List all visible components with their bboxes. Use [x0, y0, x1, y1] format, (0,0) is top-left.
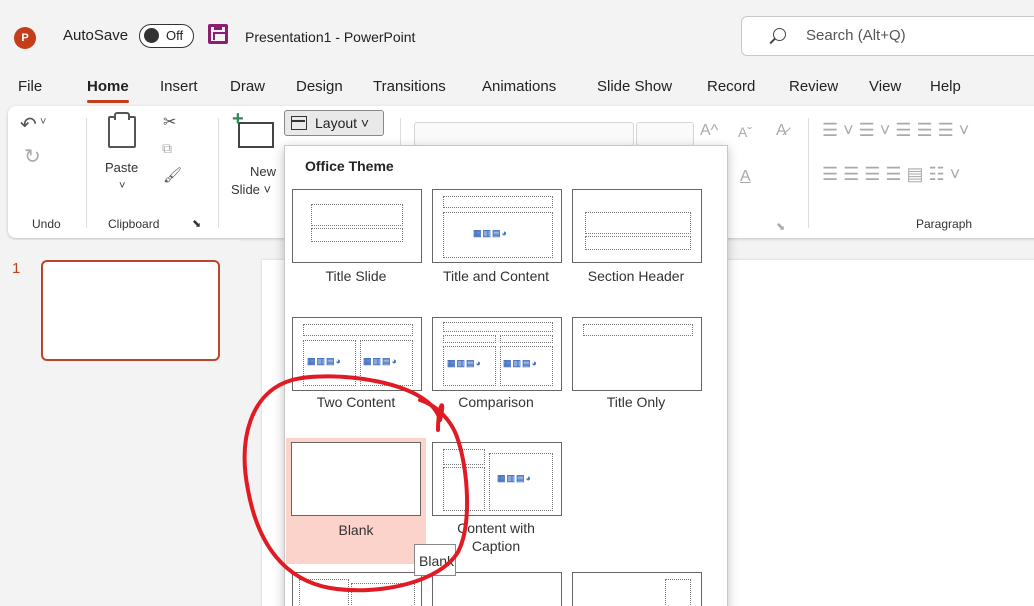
document-title: Presentation1 - PowerPoint	[245, 29, 416, 45]
divider	[218, 118, 219, 228]
layout-label: Title and Content	[442, 268, 550, 284]
paragraph-group-label: Paragraph	[916, 217, 973, 231]
layout-label: Section Header	[587, 268, 685, 284]
layout-thumbnail: ▦▥▤◕ ▦▥▤◕	[292, 317, 422, 391]
layout-title-slide[interactable]: Title Slide	[291, 188, 423, 288]
layout-thumbnail	[572, 317, 702, 391]
font-color-icon[interactable]: A	[740, 168, 751, 186]
powerpoint-logo-icon: P	[14, 27, 36, 49]
layout-blank[interactable]: Blank	[286, 438, 426, 564]
layout-title-and-content[interactable]: ▦▥▤◕ Title and Content	[431, 188, 563, 288]
tab-file[interactable]: File	[18, 78, 42, 95]
tab-transitions[interactable]: Transitions	[373, 78, 446, 95]
tab-view[interactable]: View	[869, 78, 901, 95]
format-painter-icon[interactable]: 🖌	[163, 166, 182, 184]
redo-icon: ↻	[24, 146, 41, 168]
layout-thumbnail	[292, 572, 422, 606]
layout-dropdown: Office Theme Title Slide ▦▥▤◕ Title and …	[284, 145, 728, 606]
title-bar: P AutoSave Off Presentation1 - PowerPoin…	[0, 0, 1034, 66]
divider	[86, 118, 87, 228]
autosave-toggle[interactable]: Off	[139, 24, 194, 48]
ribbon-tabs: File Home Insert Draw Design Transitions…	[0, 66, 1034, 106]
tab-draw[interactable]: Draw	[230, 78, 265, 95]
tab-record[interactable]: Record	[707, 78, 755, 95]
undo-chevron-icon[interactable]: ˅	[40, 116, 46, 128]
blank-tooltip: Blank	[414, 544, 456, 576]
slide-thumbnail[interactable]	[41, 260, 220, 361]
search-input[interactable]: Search (Alt+Q)	[741, 16, 1034, 56]
tab-help[interactable]: Help	[930, 78, 961, 95]
layout-label: Comparison	[458, 394, 534, 410]
layout-button[interactable]: Layout ˅	[284, 110, 384, 136]
layout-two-content[interactable]: ▦▥▤◕ ▦▥▤◕ Two Content	[291, 316, 423, 416]
font-name-combo[interactable]	[414, 122, 634, 146]
copy-icon[interactable]: ⧉	[162, 140, 172, 157]
toggle-knob	[144, 28, 159, 43]
undo-icon[interactable]: ↶	[20, 112, 37, 137]
layout-title-and-vertical-text[interactable]	[431, 572, 563, 606]
autosave-state: Off	[166, 28, 184, 43]
tab-home[interactable]: Home	[87, 78, 129, 103]
decrease-font-icon[interactable]: Aˇ	[738, 124, 752, 140]
layout-vertical-title-and-text[interactable]	[571, 572, 703, 606]
tab-slide-show[interactable]: Slide Show	[597, 78, 672, 95]
layout-thumbnail	[292, 189, 422, 263]
align-icons[interactable]: ☰ ☰ ☰ ☰ ▤ ☷ ˅	[822, 164, 960, 185]
layout-label: Content with	[457, 520, 535, 536]
clipboard-launcher-icon[interactable]: ⬊	[192, 217, 201, 230]
increase-font-icon[interactable]: A^	[700, 122, 718, 140]
font-launcher-icon[interactable]: ⬊	[776, 220, 785, 233]
layout-thumbnail: ▦▥▤◕ ▦▥▤◕	[432, 317, 562, 391]
layout-label: Blank	[338, 522, 374, 538]
clipboard-clip-icon	[114, 112, 130, 120]
clear-formatting-icon[interactable]: A̷	[776, 122, 787, 140]
layout-thumbnail	[572, 572, 702, 606]
clipboard-group-label: Clipboard	[108, 217, 160, 231]
search-placeholder: Search (Alt+Q)	[806, 27, 906, 44]
tab-insert[interactable]: Insert	[160, 78, 198, 95]
paste-label[interactable]: Paste	[105, 160, 138, 175]
slide-number: 1	[12, 260, 21, 277]
layout-comparison[interactable]: ▦▥▤◕ ▦▥▤◕ Comparison	[431, 316, 563, 416]
paste-chevron-icon[interactable]: ˅	[119, 180, 125, 192]
undo-group-label: Undo	[32, 217, 61, 231]
autosave-label: AutoSave	[63, 27, 129, 44]
tab-review[interactable]: Review	[789, 78, 838, 95]
layout-thumbnail	[432, 572, 562, 606]
office-theme-header: Office Theme	[305, 158, 394, 174]
new-slide-label-2[interactable]: Slide ˅	[231, 182, 271, 197]
layout-icon	[291, 116, 307, 130]
tab-animations[interactable]: Animations	[482, 78, 556, 95]
layout-thumbnail: ▦▥▤◕	[432, 442, 562, 516]
layout-thumbnail: ▦▥▤◕	[432, 189, 562, 263]
new-slide-label-1[interactable]: New	[250, 164, 276, 179]
layout-thumbnail	[572, 189, 702, 263]
layout-title-only[interactable]: Title Only	[571, 316, 703, 416]
layout-label: Two Content	[316, 394, 396, 410]
cut-icon[interactable]: ✂	[163, 112, 176, 132]
plus-icon: +	[232, 108, 244, 130]
divider	[808, 118, 809, 228]
layout-picture-with-caption[interactable]	[291, 572, 423, 606]
layout-label: Title Only	[606, 394, 666, 410]
bullets-icon[interactable]: ☰ ˅ ☰ ˅ ☰ ☰ ☰ ˅	[822, 120, 969, 141]
layout-label: Title Slide	[325, 268, 387, 284]
search-icon	[773, 28, 786, 41]
font-size-combo[interactable]	[636, 122, 694, 146]
layout-label: Layout ˅	[315, 115, 370, 131]
layout-thumbnail	[291, 442, 421, 516]
paste-icon[interactable]	[108, 116, 136, 148]
layout-section-header[interactable]: Section Header	[571, 188, 703, 288]
save-icon[interactable]	[208, 24, 228, 44]
tab-design[interactable]: Design	[296, 78, 343, 95]
